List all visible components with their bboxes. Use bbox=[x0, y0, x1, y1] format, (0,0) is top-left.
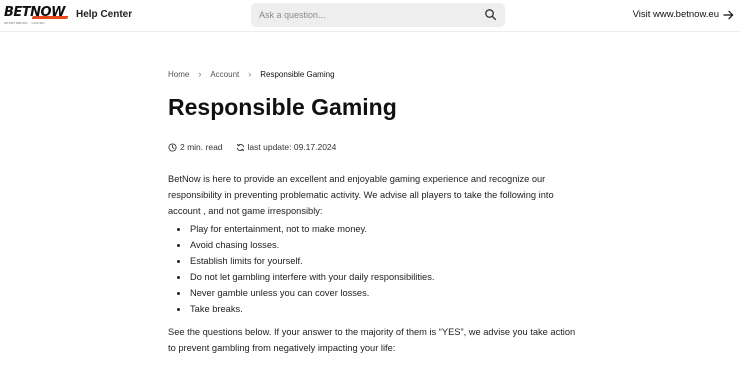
breadcrumb: Home › Account › Responsible Gaming bbox=[168, 69, 335, 79]
logo-tagline: SPORTSBOOK · CASINO bbox=[4, 21, 45, 25]
arrow-right-icon bbox=[723, 10, 734, 19]
clock-icon bbox=[168, 142, 177, 152]
logo-swoosh-icon bbox=[31, 16, 69, 19]
refresh-icon bbox=[236, 143, 244, 151]
breadcrumb-account[interactable]: Account bbox=[210, 70, 239, 79]
list-item: Avoid chasing losses. bbox=[168, 237, 568, 253]
search-bar[interactable] bbox=[251, 3, 505, 27]
list-item: Establish limits for yourself. bbox=[168, 253, 568, 269]
read-time: 2 min. read bbox=[168, 142, 223, 152]
read-time-label: 2 min. read bbox=[180, 142, 223, 152]
list-item: Do not let gambling interfere with your … bbox=[168, 269, 568, 285]
page-title: Responsible Gaming bbox=[168, 94, 397, 120]
article-meta: 2 min. read last update: 09.17.2024 bbox=[168, 142, 349, 152]
search-input[interactable] bbox=[259, 7, 469, 23]
intro-paragraph: BetNow is here to provide an excellent a… bbox=[168, 174, 554, 216]
search-icon[interactable] bbox=[484, 8, 497, 21]
advice-list: Play for entertainment, not to make mone… bbox=[168, 221, 568, 317]
betnow-logo[interactable]: BETNOW SPORTSBOOK · CASINO bbox=[4, 5, 69, 27]
visit-site-link[interactable]: Visit www.betnow.eu bbox=[633, 9, 734, 20]
list-item: Never gamble unless you can cover losses… bbox=[168, 285, 568, 301]
last-update: last update: 09.17.2024 bbox=[236, 142, 337, 152]
list-item: Take breaks. bbox=[168, 301, 568, 317]
chevron-right-icon: › bbox=[248, 69, 252, 79]
chevron-right-icon: › bbox=[198, 69, 202, 79]
help-center-link[interactable]: Help Center bbox=[76, 9, 132, 20]
breadcrumb-home[interactable]: Home bbox=[168, 70, 189, 79]
last-update-label: last update: 09.17.2024 bbox=[247, 142, 337, 152]
visit-site-label: Visit www.betnow.eu bbox=[632, 9, 719, 20]
breadcrumb-current: Responsible Gaming bbox=[260, 69, 335, 79]
list-item: Play for entertainment, not to make mone… bbox=[168, 221, 568, 237]
top-navigation-bar: BETNOW SPORTSBOOK · CASINO Help Center V… bbox=[0, 0, 740, 32]
outro-paragraph: See the questions below. If your answer … bbox=[168, 327, 576, 353]
